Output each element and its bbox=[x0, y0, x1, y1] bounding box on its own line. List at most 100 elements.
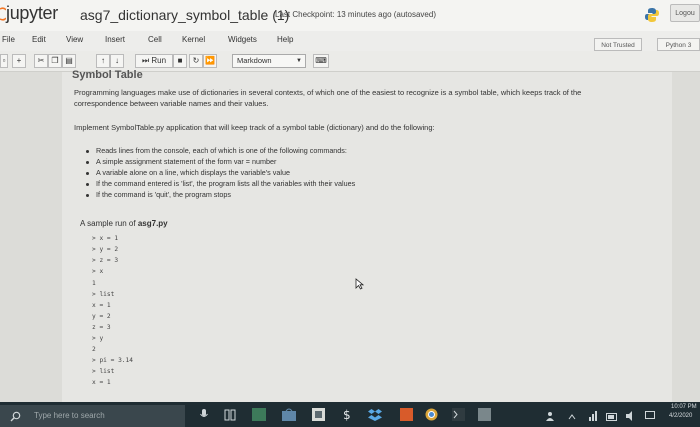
os-taskbar: Type here to search $ 10:07 PM 4/2/2020 bbox=[0, 402, 700, 427]
code-line: > z = 3 bbox=[92, 257, 119, 264]
code-line: x = 1 bbox=[92, 302, 111, 309]
arrow-down-icon: ↓ bbox=[115, 56, 119, 65]
network-icon[interactable] bbox=[588, 408, 598, 426]
keyboard-icon: ⌨ bbox=[315, 56, 327, 65]
paste-button[interactable]: ▤ bbox=[62, 54, 76, 68]
dollar-icon[interactable]: $ bbox=[342, 408, 352, 426]
menu-insert[interactable]: Insert bbox=[105, 35, 125, 44]
restart-button[interactable]: ↻ bbox=[189, 54, 203, 68]
stop-icon: ■ bbox=[177, 56, 183, 65]
terminal-icon[interactable] bbox=[452, 408, 465, 426]
svg-text:$: $ bbox=[343, 408, 351, 421]
notebook-title[interactable]: asg7_dictionary_symbol_table (1) bbox=[80, 7, 289, 23]
interrupt-button[interactable]: ■ bbox=[173, 54, 187, 68]
code-line: 2 bbox=[92, 346, 96, 353]
code-line: > pi = 3.14 bbox=[92, 357, 133, 364]
code-line: > list bbox=[92, 291, 115, 298]
insert-cell-button[interactable]: + bbox=[12, 54, 26, 68]
people-icon[interactable] bbox=[545, 408, 555, 426]
code-line: x = 1 bbox=[92, 379, 111, 386]
dropbox-icon[interactable] bbox=[368, 408, 382, 426]
app-icon-box[interactable] bbox=[312, 408, 325, 426]
bullet-item: If the command is 'quit', the program st… bbox=[86, 190, 231, 199]
bullet-item: Reads lines from the console, each of wh… bbox=[86, 146, 347, 155]
intro-paragraph-line1: Programming languages make use of dictio… bbox=[74, 88, 582, 97]
bullet-item: If the command entered is 'list', the pr… bbox=[86, 179, 355, 188]
cut-button[interactable]: ✂ bbox=[34, 54, 48, 68]
search-icon bbox=[10, 411, 21, 422]
app-icon-green[interactable] bbox=[252, 408, 266, 426]
mic-icon[interactable] bbox=[200, 408, 208, 426]
save-button[interactable]: ▫ bbox=[0, 54, 8, 68]
bullet-item: A simple assignment statement of the for… bbox=[86, 157, 276, 166]
notification-icon[interactable] bbox=[645, 408, 655, 426]
menu-view[interactable]: View bbox=[66, 35, 83, 44]
bullet-icon bbox=[86, 160, 89, 164]
bullet-icon bbox=[86, 193, 89, 197]
refresh-icon: ↻ bbox=[192, 56, 200, 65]
app-icon-gray[interactable] bbox=[478, 408, 491, 426]
plus-icon: + bbox=[16, 56, 22, 65]
arrow-up-icon: ↑ bbox=[101, 56, 105, 65]
code-line: > y bbox=[92, 335, 104, 342]
code-line: y = 2 bbox=[92, 313, 111, 320]
cell-type-select[interactable]: Markdown ▼ bbox=[232, 54, 306, 68]
task-view-icon[interactable] bbox=[224, 408, 236, 426]
chrome-icon[interactable] bbox=[425, 408, 438, 426]
menu-edit[interactable]: Edit bbox=[32, 35, 46, 44]
menu-widgets[interactable]: Widgets bbox=[228, 35, 257, 44]
caret-down-icon: ▼ bbox=[296, 58, 302, 64]
code-line: > list bbox=[92, 368, 115, 375]
save-icon: ▫ bbox=[2, 56, 6, 65]
copy-icon: ❐ bbox=[51, 56, 59, 65]
bullet-icon bbox=[86, 149, 89, 153]
sample-run-label: A sample run of asg7.py bbox=[80, 219, 168, 228]
notebook-container: Symbol Table Programming languages make … bbox=[0, 69, 700, 402]
section-heading: Symbol Table bbox=[72, 69, 143, 81]
code-line: z = 3 bbox=[92, 324, 111, 331]
menu-cell[interactable]: Cell bbox=[148, 35, 162, 44]
volume-icon[interactable] bbox=[626, 408, 636, 426]
cell-type-value: Markdown bbox=[237, 56, 272, 65]
scissors-icon: ✂ bbox=[37, 56, 45, 65]
mouse-pointer-icon bbox=[355, 277, 365, 295]
bullet-icon bbox=[86, 171, 89, 175]
logout-button[interactable]: Logou bbox=[670, 4, 700, 22]
notebook-header: jupyter asg7_dictionary_symbol_table (1)… bbox=[0, 0, 700, 32]
code-line: > x = 1 bbox=[92, 235, 119, 242]
kernel-indicator[interactable]: Python 3 bbox=[657, 38, 700, 51]
markdown-cell[interactable] bbox=[62, 72, 672, 402]
bullet-item: A variable alone on a line, which displa… bbox=[86, 168, 290, 177]
menu-file[interactable]: File bbox=[2, 35, 15, 44]
command-palette-button[interactable]: ⌨ bbox=[313, 54, 329, 68]
store-icon[interactable] bbox=[282, 408, 296, 426]
step-forward-icon: ⏭ bbox=[141, 56, 150, 65]
paste-icon: ▤ bbox=[65, 56, 73, 65]
move-up-button[interactable]: ↑ bbox=[96, 54, 110, 68]
menu-kernel[interactable]: Kernel bbox=[182, 35, 205, 44]
restart-run-all-button[interactable]: ⏩ bbox=[203, 54, 217, 68]
intro-paragraph-line2: correspondence between variable names an… bbox=[74, 99, 269, 108]
taskbar-clock-date[interactable]: 4/2/2020 bbox=[669, 413, 692, 419]
move-down-button[interactable]: ↓ bbox=[110, 54, 124, 68]
code-line: > x bbox=[92, 268, 104, 275]
checkpoint-status: Last Checkpoint: 13 minutes ago (autosav… bbox=[275, 10, 436, 19]
trust-status-badge[interactable]: Not Trusted bbox=[594, 38, 642, 51]
taskbar-search-placeholder: Type here to search bbox=[34, 411, 105, 420]
menu-help[interactable]: Help bbox=[277, 35, 293, 44]
jupyter-logo[interactable]: jupyter bbox=[6, 3, 58, 24]
taskbar-clock-time[interactable]: 10:07 PM bbox=[671, 404, 697, 410]
python-logo-icon bbox=[644, 7, 660, 28]
run-label: Run bbox=[151, 56, 167, 65]
code-line: > y = 2 bbox=[92, 246, 119, 253]
copy-button[interactable]: ❐ bbox=[48, 54, 62, 68]
chevron-up-icon[interactable] bbox=[568, 408, 576, 426]
jupyter-logo-icon bbox=[0, 7, 7, 21]
task-paragraph: Implement SymbolTable.py application tha… bbox=[74, 123, 435, 132]
battery-icon[interactable] bbox=[606, 408, 618, 426]
run-button[interactable]: ⏭ Run bbox=[135, 54, 173, 68]
fast-forward-icon: ⏩ bbox=[205, 56, 215, 65]
app-icon-orange[interactable] bbox=[400, 408, 413, 426]
bullet-icon bbox=[86, 182, 89, 186]
code-line: 1 bbox=[92, 280, 96, 287]
